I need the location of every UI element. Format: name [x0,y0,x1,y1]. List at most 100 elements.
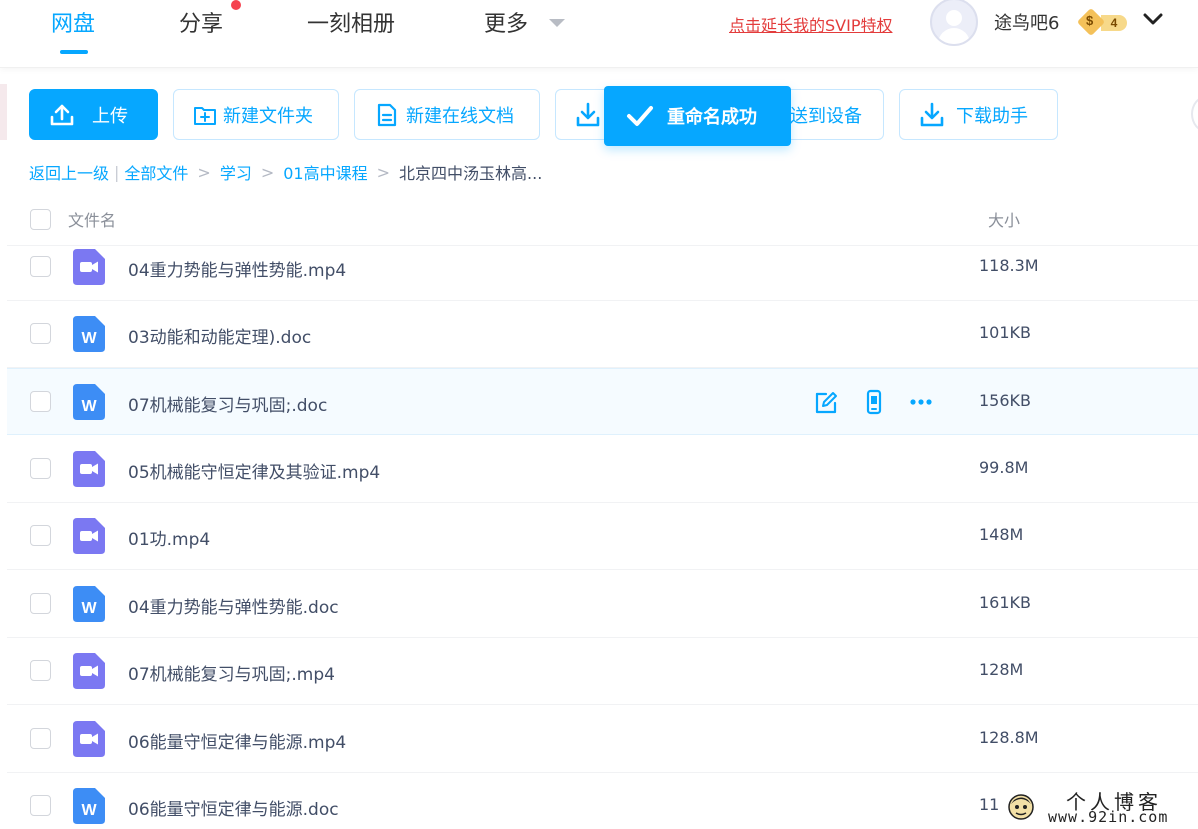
breadcrumb-separator: > [260,162,275,182]
avatar-head-shape [946,10,962,26]
word-file-icon: W [73,788,105,824]
watermark: 个人博客 www.92in.com [1004,786,1198,829]
new-folder-button[interactable]: 新建文件夹 [173,89,339,140]
file-row[interactable]: W 03动能和动能定理).doc 101KB [7,301,1198,368]
file-row[interactable]: 04重力势能与弹性势能.mp4 118.3M [7,234,1198,301]
row-checkbox[interactable] [30,525,51,546]
file-name[interactable]: 05机械能守恒定律及其验证.mp4 [128,458,380,483]
vip-level: 4 [1101,15,1127,31]
video-file-icon [73,721,105,757]
upload-button[interactable]: 上传 [29,89,158,140]
download-helper-button[interactable]: 下载助手 [899,89,1058,140]
tab-album[interactable]: 一刻相册 [307,6,395,38]
rename-success-toast: 重命名成功 [604,86,791,146]
chevron-down-icon[interactable] [1142,10,1164,28]
file-size: 101KB [979,323,1032,342]
vip-badge: 4 $ [1076,7,1129,37]
file-name[interactable]: 04重力势能与弹性势能.mp4 [128,256,346,281]
rename-edit-icon[interactable] [813,389,839,415]
new-folder-label: 新建文件夹 [223,105,313,127]
notification-dot [231,0,241,10]
word-file-icon: W [73,316,105,352]
file-row[interactable]: 07机械能复习与巩固;.mp4 128M [7,638,1198,705]
svg-text:W: W [81,330,97,347]
file-name[interactable]: 04重力势能与弹性势能.doc [128,593,339,618]
more-options-icon[interactable] [908,389,934,415]
side-floating-button[interactable] [1191,96,1198,132]
toast-message: 重命名成功 [667,107,757,128]
file-size: 148M [979,525,1024,544]
file-size: 99.8M [979,458,1029,477]
breadcrumb-item-current: 北京四中汤玉林高... [399,164,543,183]
file-size: 156KB [979,391,1032,410]
breadcrumb-back-link[interactable]: 返回上一级 [29,160,109,184]
avatar-body-shape [938,28,970,44]
upload-label: 上传 [92,105,128,127]
file-name[interactable]: 07机械能复习与巩固;.doc [128,391,327,416]
file-row[interactable]: W 04重力势能与弹性势能.doc 161KB [7,571,1198,638]
file-name[interactable]: 06能量守恒定律与能源.doc [128,795,339,820]
tab-netdisk[interactable]: 网盘 [51,6,95,38]
row-checkbox[interactable] [30,391,51,412]
tab-more[interactable]: 更多 [484,6,528,38]
breadcrumb-divider: | [114,162,120,182]
video-file-icon [73,653,105,689]
breadcrumb-item-study[interactable]: 学习 [220,160,252,184]
send-to-device-label: 送到设备 [790,105,862,127]
breadcrumb-item-all-files[interactable]: 全部文件 [124,160,188,184]
avatar[interactable] [930,0,978,46]
file-name[interactable]: 07机械能复习与巩固;.mp4 [128,660,335,685]
row-checkbox[interactable] [30,323,51,344]
breadcrumb-separator: > [376,162,391,182]
more-caret-icon[interactable] [549,19,565,27]
row-checkbox[interactable] [30,795,51,816]
vip-symbol: $ [1086,13,1094,28]
new-online-doc-button[interactable]: 新建在线文档 [354,89,540,140]
tab-share[interactable]: 分享 [179,6,223,38]
file-size: 128.8M [979,728,1039,747]
document-icon [377,103,397,126]
word-file-icon: W [73,384,105,420]
top-nav: 网盘 分享 一刻相册 更多 点击延长我的SVIP特权 途鸟吧6 4 $ [0,0,1198,68]
file-size: 11 [979,795,1000,814]
download-icon [576,102,600,126]
svg-text:W: W [81,398,97,415]
file-name[interactable]: 03动能和动能定理).doc [128,323,311,348]
select-all-checkbox[interactable] [30,209,51,230]
column-header-name[interactable]: 文件名 [68,207,116,231]
file-row[interactable]: 05机械能守恒定律及其验证.mp4 99.8M [7,436,1198,503]
video-file-icon [73,249,105,285]
upload-icon [50,104,74,125]
video-file-icon [73,518,105,554]
new-online-doc-label: 新建在线文档 [406,105,514,127]
row-checkbox[interactable] [30,458,51,479]
file-name[interactable]: 01功.mp4 [128,525,210,550]
column-header-size[interactable]: 大小 [988,207,1020,231]
breadcrumb-item-course[interactable]: 01高中课程 [283,160,367,184]
breadcrumb-separator: > [197,162,211,182]
file-name[interactable]: 06能量守恒定律与能源.mp4 [128,728,346,753]
file-row[interactable]: 01功.mp4 148M [7,503,1198,570]
active-tab-indicator [60,50,88,54]
svip-renew-link[interactable]: 点击延长我的SVIP特权 [729,12,892,36]
send-to-phone-icon[interactable] [861,389,887,415]
svg-text:W: W [81,600,97,617]
folder-plus-icon [194,106,216,125]
blog-logo-icon [1008,794,1034,820]
row-checkbox[interactable] [30,593,51,614]
row-checkbox[interactable] [30,728,51,749]
file-size: 118.3M [979,256,1039,275]
video-file-icon [73,451,105,487]
username[interactable]: 途鸟吧6 [994,9,1059,35]
file-size: 128M [979,660,1024,679]
download-icon [920,102,944,126]
file-size: 161KB [979,593,1032,612]
svg-text:W: W [81,802,97,819]
row-checkbox[interactable] [30,256,51,277]
file-row[interactable]: 06能量守恒定律与能源.mp4 128.8M [7,706,1198,773]
breadcrumb: 返回上一级 | 全部文件 > 学习 > 01高中课程 > 北京四中汤玉林高... [29,160,542,184]
row-checkbox[interactable] [30,660,51,681]
file-row[interactable]: W 07机械能复习与巩固;.doc 156KB [7,368,1198,435]
netdisk-page: 网盘 分享 一刻相册 更多 点击延长我的SVIP特权 途鸟吧6 4 $ 上传 新… [0,0,1198,829]
word-file-icon: W [73,586,105,622]
